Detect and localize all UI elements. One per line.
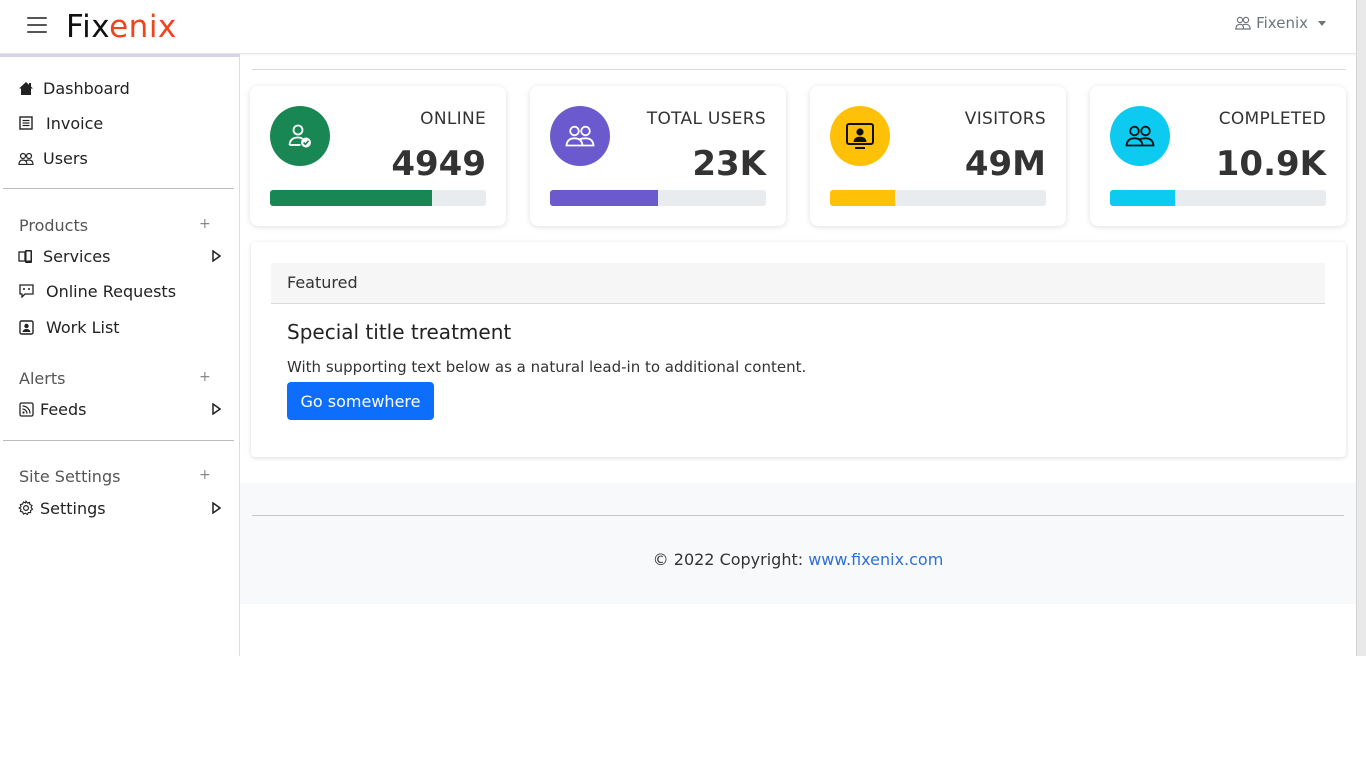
sidebar-item-services[interactable]: Services: [15, 243, 225, 269]
sidebar-item-label: Feeds: [40, 399, 87, 419]
sidebar: Dashboard Invoice Users Products + Servi…: [0, 54, 240, 656]
home-icon: [15, 81, 37, 96]
gear-icon: [15, 500, 37, 516]
progress-bar: [550, 190, 766, 206]
footer-divider: [252, 515, 1344, 516]
user-name: Fixenix: [1256, 14, 1308, 32]
caret-right-icon: [212, 502, 221, 514]
copyright-text: © 2022 Copyright: www.fixenix.com: [240, 550, 1356, 569]
stat-card-total-users: TOTAL USERS 23K: [530, 86, 786, 226]
devices-icon: [15, 249, 37, 264]
users-icon: [15, 152, 37, 165]
footer-link[interactable]: www.fixenix.com: [808, 550, 943, 569]
rss-icon: [15, 401, 37, 417]
user-check-icon: [288, 124, 311, 148]
sidebar-item-label: Services: [43, 246, 111, 266]
stat-card-online: ONLINE 4949: [250, 86, 506, 226]
progress-fill: [550, 190, 658, 206]
progress-fill: [830, 190, 895, 206]
page-footer: © 2022 Copyright: www.fixenix.com: [240, 483, 1356, 604]
users-icon: [1125, 125, 1155, 147]
sidebar-item-label: Work List: [46, 317, 120, 337]
progress-fill: [270, 190, 432, 206]
featured-card: Featured Special title treatment With su…: [251, 242, 1346, 457]
chat-icon: [15, 284, 37, 298]
stat-icon-circle: [1110, 106, 1170, 166]
section-title-alerts: Alerts: [19, 369, 66, 388]
sidebar-divider: [3, 188, 234, 189]
document-list-icon: [15, 116, 37, 130]
stat-icon-circle: [550, 106, 610, 166]
expand-site-settings-icon[interactable]: +: [199, 467, 211, 483]
logo-text-part2: enix: [109, 9, 177, 45]
card-title: Special title treatment: [287, 320, 512, 344]
stat-icon-circle: [270, 106, 330, 166]
progress-bar: [270, 190, 486, 206]
caret-right-icon: [212, 250, 221, 262]
sidebar-item-label: Settings: [40, 498, 106, 518]
sidebar-item-label: Dashboard: [43, 78, 130, 98]
content-divider: [252, 69, 1346, 70]
stat-value: 4949: [391, 144, 486, 184]
top-navbar: Fixenix Fixenix: [0, 0, 1356, 54]
sidebar-divider: [3, 440, 234, 441]
sidebar-item-work-list[interactable]: Work List: [15, 314, 225, 340]
user-dropdown[interactable]: Fixenix: [1235, 14, 1326, 32]
sidebar-item-dashboard[interactable]: Dashboard: [15, 75, 225, 101]
sidebar-item-label: Online Requests: [46, 281, 177, 301]
sidebar-item-users[interactable]: Users: [15, 145, 225, 171]
sidebar-item-settings[interactable]: Settings: [15, 495, 225, 521]
sidebar-item-feeds[interactable]: Feeds: [15, 396, 225, 422]
expand-products-icon[interactable]: +: [199, 216, 211, 232]
stat-label: ONLINE: [420, 109, 486, 129]
person-screen-icon: [846, 123, 874, 149]
users-icon: [1235, 16, 1251, 30]
person-badge-icon: [15, 319, 37, 335]
caret-down-icon: [1318, 20, 1326, 26]
sidebar-item-online-requests[interactable]: Online Requests: [15, 278, 225, 304]
progress-bar: [830, 190, 1046, 206]
users-icon: [565, 125, 595, 147]
window-scrollbar[interactable]: [1356, 0, 1366, 656]
card-text: With supporting text below as a natural …: [287, 358, 807, 376]
hamburger-menu-icon[interactable]: [27, 17, 47, 33]
section-title-products: Products: [19, 216, 89, 235]
sidebar-item-label: Users: [43, 148, 88, 168]
caret-right-icon: [212, 403, 221, 415]
stat-value: 23K: [692, 144, 766, 184]
section-title-site-settings: Site Settings: [19, 467, 121, 486]
stat-value: 49M: [964, 144, 1046, 184]
progress-bar: [1110, 190, 1326, 206]
expand-alerts-icon[interactable]: +: [199, 369, 211, 385]
progress-fill: [1110, 190, 1175, 206]
stat-label: VISITORS: [964, 109, 1046, 129]
brand-logo[interactable]: Fixenix: [66, 7, 177, 47]
stat-value: 10.9K: [1215, 144, 1326, 184]
stat-card-completed: COMPLETED 10.9K: [1090, 86, 1346, 226]
stat-label: COMPLETED: [1218, 109, 1326, 129]
stat-card-visitors: VISITORS 49M: [810, 86, 1066, 226]
sidebar-item-invoice[interactable]: Invoice: [15, 110, 225, 136]
go-somewhere-button[interactable]: Go somewhere: [287, 382, 434, 420]
logo-text-part1: Fix: [66, 9, 110, 45]
card-header: Featured: [271, 263, 1325, 304]
stat-icon-circle: [830, 106, 890, 166]
stat-label: TOTAL USERS: [646, 109, 766, 129]
copyright-label: © 2022 Copyright:: [652, 550, 809, 569]
sidebar-item-label: Invoice: [46, 113, 104, 133]
